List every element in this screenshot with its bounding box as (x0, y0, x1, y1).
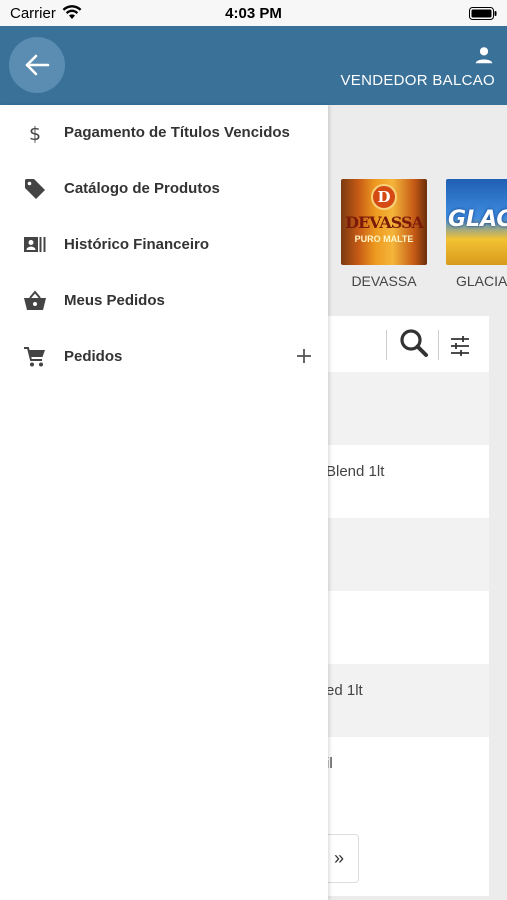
menu-item-label: Catálogo de Produtos (64, 180, 220, 197)
dollar-icon: $ (29, 123, 41, 144)
divider (386, 330, 387, 360)
brand-logo-letter: D (371, 184, 397, 210)
brand-label: DEVASSA (351, 273, 417, 289)
brand-item-devassa[interactable]: D DEVASSA PURO MALTE DEVASSA (341, 179, 427, 289)
user-name[interactable]: VENDEDOR BALCAO (340, 72, 495, 89)
menu-item-meus-pedidos[interactable]: Meus Pedidos (0, 273, 328, 329)
search-icon[interactable] (399, 328, 429, 358)
arrow-left-icon (25, 54, 50, 76)
plus-icon[interactable] (295, 347, 313, 365)
menu-item-catalogo-produtos[interactable]: Catálogo de Produtos (0, 161, 328, 217)
menu-item-label: Pagamento de Títulos Vencidos (64, 124, 290, 141)
brand-logo-word: DEVASSA (345, 213, 424, 232)
status-bar: Carrier 4:03 PM (0, 0, 507, 26)
divider (438, 330, 439, 360)
menu-item-label: Meus Pedidos (64, 292, 165, 309)
app-header: VENDEDOR BALCAO (0, 26, 507, 105)
brand-item-glacial[interactable]: GLACI GLACIA (446, 179, 507, 289)
basket-icon (24, 290, 46, 310)
brand-logo-sub: PURO MALTE (354, 234, 414, 244)
clock-time: 4:03 PM (225, 5, 282, 22)
brand-label: GLACIA (456, 273, 507, 289)
svg-text:$: $ (29, 123, 41, 144)
battery-icon (469, 7, 497, 20)
back-button[interactable] (9, 37, 65, 93)
contact-card-icon (24, 237, 46, 252)
menu-item-label: Histórico Financeiro (64, 236, 210, 253)
navigation-drawer: $ Pagamento de Títulos Vencidos Catálogo… (0, 105, 328, 900)
brand-logo-word: GLACI (448, 207, 507, 232)
brand-logo: D DEVASSA PURO MALTE (341, 179, 427, 265)
brand-logo: GLACI (446, 179, 507, 265)
cart-icon (24, 347, 45, 367)
menu-item-historico-financeiro[interactable]: Histórico Financeiro (0, 217, 328, 273)
menu-item-label: Pedidos (64, 348, 123, 365)
menu-item-pagamento-titulos[interactable]: $ Pagamento de Títulos Vencidos (0, 105, 328, 161)
menu-item-pedidos[interactable]: Pedidos (0, 329, 328, 385)
user-icon (475, 47, 493, 64)
tag-icon (25, 179, 45, 199)
filter-sliders-icon[interactable] (449, 335, 471, 357)
